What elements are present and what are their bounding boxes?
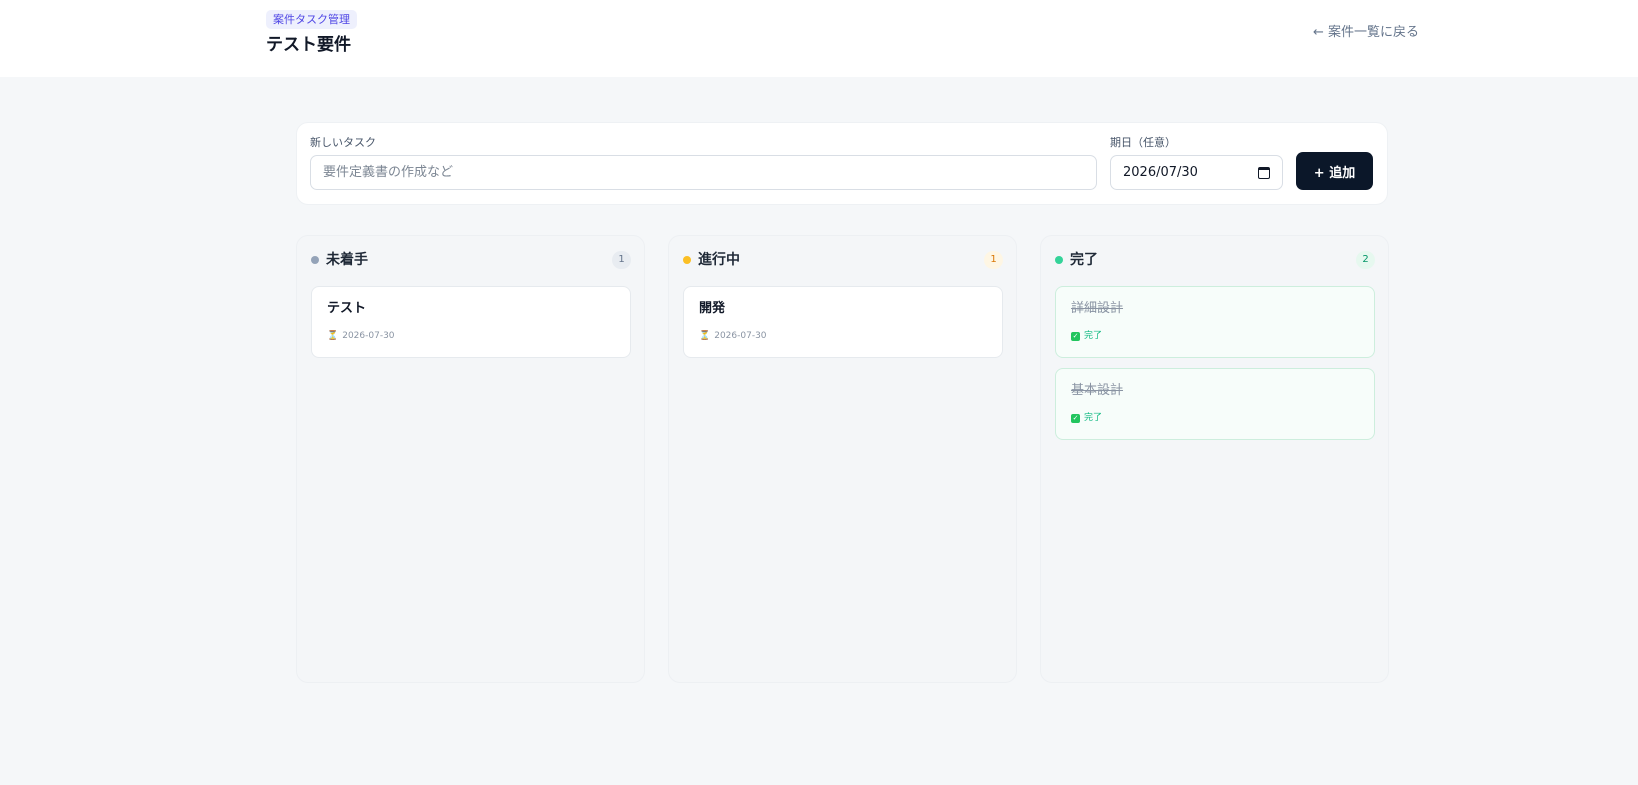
task-title: テスト bbox=[327, 301, 367, 316]
column-count-badge: 1 bbox=[612, 251, 631, 269]
task-card[interactable]: 詳細設計 ✓ 完了 bbox=[1055, 286, 1375, 358]
date-value: 2026/07/30 bbox=[1123, 165, 1198, 180]
task-meta: ✓ 完了 bbox=[1071, 411, 1102, 425]
hourglass-icon: ⏳ bbox=[699, 331, 711, 341]
task-card[interactable]: 開発 ⏳ 2026-07-30 bbox=[683, 286, 1003, 358]
column-0: 未着手 1 テスト ⏳ 2026-07-30 bbox=[296, 235, 645, 683]
column-2: 完了 2 詳細設計 ✓ 完了 基本設計 ✓ 完了 bbox=[1040, 235, 1389, 683]
task-meta: ✓ 完了 bbox=[1071, 329, 1102, 343]
task-due-date: 2026-07-30 bbox=[342, 331, 395, 341]
status-dot-icon bbox=[683, 256, 691, 264]
page-header: 案件タスク管理 テスト要件 ← 案件一覧に戻る bbox=[0, 0, 1638, 77]
check-icon: ✓ bbox=[1071, 413, 1080, 423]
task-meta: ⏳ 2026-07-30 bbox=[327, 329, 395, 343]
task-status-text: 完了 bbox=[1084, 413, 1103, 423]
task-status-text: 完了 bbox=[1084, 331, 1103, 341]
column-title: 完了 bbox=[1070, 252, 1098, 268]
column-title: 進行中 bbox=[698, 252, 740, 268]
task-label: 新しいタスク bbox=[310, 136, 376, 149]
status-dot-icon bbox=[1055, 256, 1063, 264]
back-to-list-link[interactable]: ← 案件一覧に戻る bbox=[1313, 23, 1419, 43]
status-dot-icon bbox=[311, 256, 319, 264]
task-card[interactable]: 基本設計 ✓ 完了 bbox=[1055, 368, 1375, 440]
hourglass-icon: ⏳ bbox=[327, 331, 339, 341]
task-title: 詳細設計 bbox=[1071, 301, 1124, 316]
date-label: 期日（任意） bbox=[1110, 136, 1176, 149]
task-title: 開発 bbox=[699, 301, 726, 316]
task-meta: ⏳ 2026-07-30 bbox=[699, 329, 767, 343]
task-title: 基本設計 bbox=[1071, 383, 1124, 398]
add-task-button[interactable]: + 追加 bbox=[1296, 152, 1373, 190]
date-input[interactable]: 2026/07/30 bbox=[1110, 155, 1283, 190]
section-badge: 案件タスク管理 bbox=[266, 10, 357, 29]
new-task-form: 新しいタスク 期日（任意） 2026/07/30 + 追加 bbox=[296, 122, 1388, 205]
calendar-icon[interactable] bbox=[1258, 166, 1270, 179]
column-count-badge: 1 bbox=[984, 251, 1003, 269]
check-icon: ✓ bbox=[1071, 331, 1080, 341]
column-title: 未着手 bbox=[326, 252, 368, 268]
column-count-badge: 2 bbox=[1356, 251, 1375, 269]
task-due-date: 2026-07-30 bbox=[714, 331, 767, 341]
task-input[interactable] bbox=[310, 155, 1097, 190]
column-1: 進行中 1 開発 ⏳ 2026-07-30 bbox=[668, 235, 1017, 683]
page-title: テスト要件 bbox=[266, 35, 351, 55]
task-card[interactable]: テスト ⏳ 2026-07-30 bbox=[311, 286, 631, 358]
